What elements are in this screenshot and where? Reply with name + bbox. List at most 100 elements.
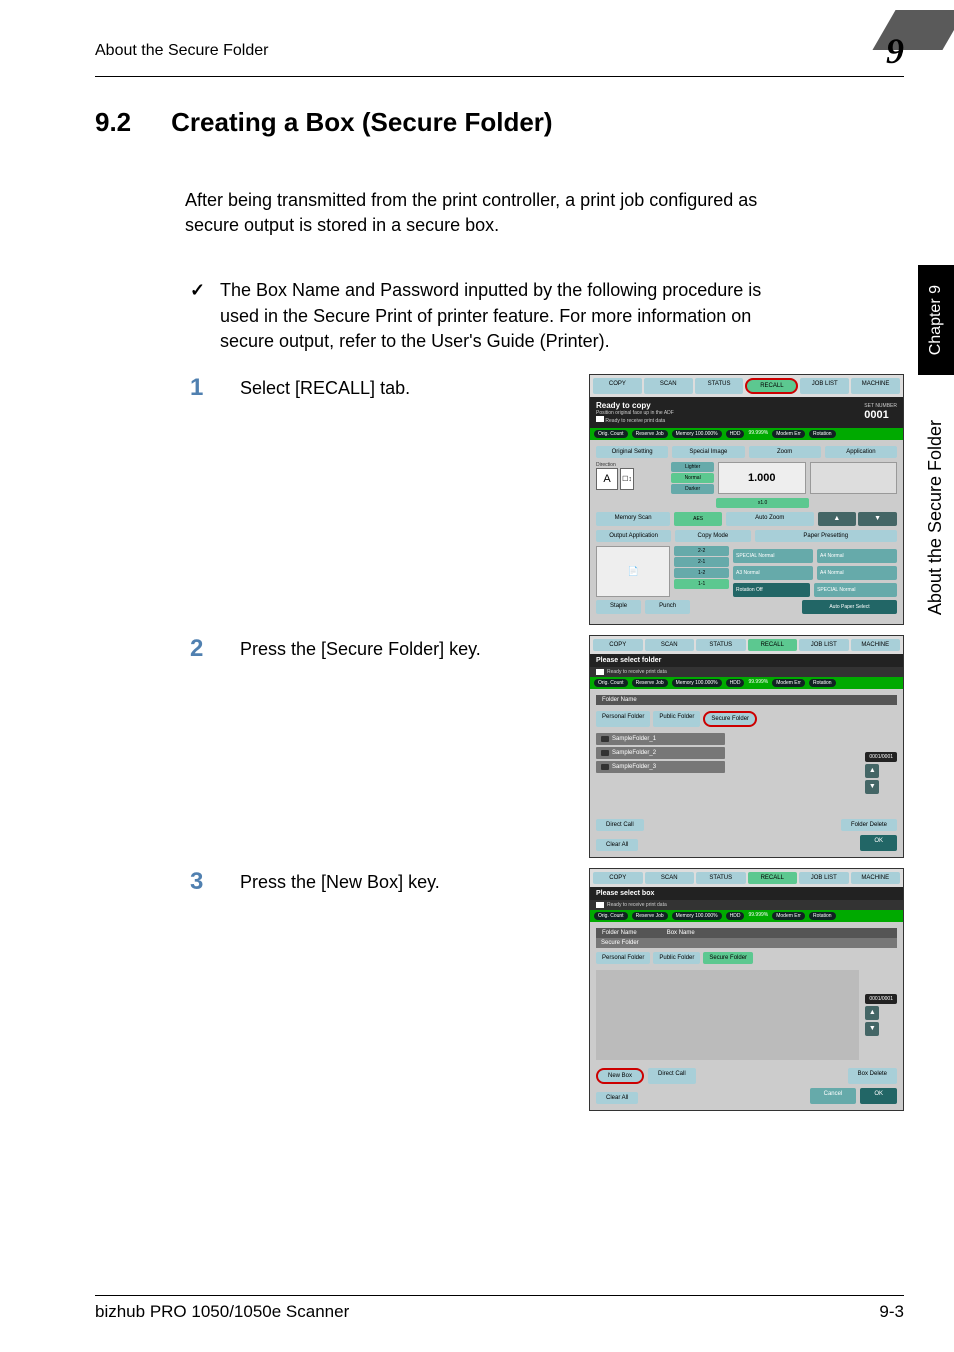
public-folder-tab[interactable]: Public Folder bbox=[653, 952, 700, 964]
scroll-down[interactable]: ▼ bbox=[865, 780, 879, 794]
memory-scan-button[interactable]: Memory Scan bbox=[596, 512, 670, 526]
app-panel bbox=[810, 462, 898, 494]
lock-icon bbox=[601, 750, 609, 756]
personal-folder-tab[interactable]: Personal Folder bbox=[596, 711, 650, 727]
column-header: Folder Name bbox=[596, 695, 897, 705]
punch-button[interactable]: Punch bbox=[645, 600, 690, 614]
tab-joblist[interactable]: JOB LIST bbox=[799, 639, 849, 651]
new-box-button[interactable]: New Box bbox=[596, 1068, 644, 1084]
clear-all-button[interactable]: Clear All bbox=[596, 839, 638, 851]
screen-body: Folder Name Personal Folder Public Folde… bbox=[590, 689, 903, 857]
tab-recall[interactable]: RECALL bbox=[745, 378, 798, 394]
scroll-down[interactable]: ▼ bbox=[858, 512, 897, 526]
pager: 0001/0001 bbox=[865, 994, 897, 1004]
copy-mode-button[interactable]: Copy Mode bbox=[675, 530, 750, 542]
auto-paper-button[interactable]: Auto Paper Select bbox=[802, 600, 897, 614]
ok-button[interactable]: OK bbox=[860, 1088, 897, 1104]
tab-scan[interactable]: SCAN bbox=[644, 378, 693, 394]
zoom-value: 1.000 bbox=[748, 472, 776, 484]
mode-12[interactable]: 1-2 bbox=[674, 568, 729, 578]
running-header: About the Secure Folder 9 bbox=[95, 30, 904, 77]
tray-5[interactable]: SPECIAL Normal bbox=[814, 583, 897, 597]
tab-recall[interactable]: RECALL bbox=[748, 872, 798, 884]
tab-joblist[interactable]: JOB LIST bbox=[799, 872, 849, 884]
density-normal[interactable]: Normal bbox=[671, 473, 714, 483]
mode-11[interactable]: 1-1 bbox=[674, 579, 729, 589]
tab-copy[interactable]: COPY bbox=[593, 872, 643, 884]
public-folder-tab[interactable]: Public Folder bbox=[653, 711, 700, 727]
section-heading: 9.2 Creating a Box (Secure Folder) bbox=[95, 107, 904, 138]
secure-folder-label: Secure Folder bbox=[596, 938, 897, 948]
tab-status[interactable]: STATUS bbox=[696, 639, 746, 651]
info-bar: Orig. Count Reserve Job Memory 100.000% … bbox=[590, 910, 903, 922]
tray-4[interactable]: A4 Normal bbox=[817, 566, 897, 580]
tab-machine[interactable]: MACHINE bbox=[851, 639, 901, 651]
direct-call-button[interactable]: Direct Call bbox=[648, 1068, 696, 1084]
density-lighter[interactable]: Lighter bbox=[671, 462, 714, 472]
tab-joblist[interactable]: JOB LIST bbox=[800, 378, 849, 394]
rotation-off[interactable]: Rotation Off bbox=[733, 583, 810, 597]
folder-item[interactable]: SampleFolder_1 bbox=[596, 733, 725, 745]
cancel-button[interactable]: Cancel bbox=[810, 1088, 857, 1104]
step-number: 3 bbox=[190, 868, 210, 896]
clear-all-button[interactable]: Clear All bbox=[596, 1092, 638, 1104]
intro-paragraph: After being transmitted from the print c… bbox=[185, 188, 804, 238]
secure-folder-tab[interactable]: Secure Folder bbox=[703, 711, 757, 727]
folder-item[interactable]: SampleFolder_3 bbox=[596, 761, 725, 773]
subhead: Ready to receive print data bbox=[590, 900, 903, 910]
direct-call-button[interactable]: Direct Call bbox=[596, 819, 644, 831]
staple-button[interactable]: Staple bbox=[596, 600, 641, 614]
zoom-x1[interactable]: x1.0 bbox=[716, 498, 808, 508]
direction-a[interactable]: A bbox=[596, 468, 618, 490]
personal-folder-tab[interactable]: Personal Folder bbox=[596, 952, 650, 964]
tab-status[interactable]: STATUS bbox=[695, 378, 744, 394]
paper-presetting-button[interactable]: Paper Presetting bbox=[755, 530, 898, 542]
original-setting-button[interactable]: Original Setting bbox=[596, 446, 668, 458]
tab-scan[interactable]: SCAN bbox=[645, 872, 695, 884]
tab-status[interactable]: STATUS bbox=[696, 872, 746, 884]
bar-modem: Modem Err bbox=[772, 430, 805, 438]
copy-icon: 📄 bbox=[628, 566, 639, 577]
set-counter: 0001 bbox=[864, 409, 897, 421]
output-app-button[interactable]: Output Application bbox=[596, 530, 671, 542]
scroll-down[interactable]: ▼ bbox=[865, 1022, 879, 1036]
direction-icon[interactable]: ☐↕ bbox=[620, 468, 634, 490]
box-list-empty bbox=[596, 970, 859, 1060]
tab-machine[interactable]: MACHINE bbox=[851, 378, 900, 394]
scroll-up[interactable]: ▲ bbox=[818, 512, 857, 526]
tab-machine[interactable]: MACHINE bbox=[851, 872, 901, 884]
box-delete-button[interactable]: Box Delete bbox=[848, 1068, 897, 1084]
mode-22[interactable]: 2-2 bbox=[674, 546, 729, 556]
tray-2[interactable]: A4 Normal bbox=[817, 549, 897, 563]
scroll-up[interactable]: ▲ bbox=[865, 1006, 879, 1020]
tab-copy[interactable]: COPY bbox=[593, 378, 642, 394]
special-image-button[interactable]: Special Image bbox=[672, 446, 744, 458]
tray-3[interactable]: A3 Normal bbox=[733, 566, 813, 580]
bar-memory: Memory 100.000% bbox=[672, 430, 722, 438]
header-title: About the Secure Folder bbox=[95, 42, 268, 60]
secure-folder-tab[interactable]: Secure Folder bbox=[703, 952, 753, 964]
ok-button[interactable]: OK bbox=[860, 835, 897, 851]
printer-icon bbox=[596, 669, 604, 675]
section-title: Creating a Box (Secure Folder) bbox=[171, 107, 552, 138]
folder-delete-button[interactable]: Folder Delete bbox=[841, 819, 897, 831]
tab-recall[interactable]: RECALL bbox=[748, 639, 798, 651]
auto-zoom-button[interactable]: Auto Zoom bbox=[726, 512, 814, 526]
screenshot-3: COPY SCAN STATUS RECALL JOB LIST MACHINE… bbox=[589, 868, 904, 1111]
bar-hdd: HDD bbox=[726, 430, 745, 438]
side-title: About the Secure Folder bbox=[925, 420, 946, 615]
zoom-button[interactable]: Zoom bbox=[749, 446, 821, 458]
folder-item[interactable]: SampleFolder_2 bbox=[596, 747, 725, 759]
aes-button[interactable]: AES bbox=[674, 512, 722, 526]
folder-list: SampleFolder_1 SampleFolder_2 SampleFold… bbox=[596, 733, 725, 805]
screen-body: Folder Name Box Name Secure Folder Perso… bbox=[590, 922, 903, 1110]
scroll-up[interactable]: ▲ bbox=[865, 764, 879, 778]
tab-copy[interactable]: COPY bbox=[593, 639, 643, 651]
application-button[interactable]: Application bbox=[825, 446, 897, 458]
density-darker[interactable]: Darker bbox=[671, 484, 714, 494]
printer-icon bbox=[596, 416, 604, 422]
mode-21[interactable]: 2-1 bbox=[674, 557, 729, 567]
tab-scan[interactable]: SCAN bbox=[645, 639, 695, 651]
column-header: Folder Name Box Name bbox=[596, 928, 897, 938]
tray-1[interactable]: SPECIAL Normal bbox=[733, 549, 813, 563]
